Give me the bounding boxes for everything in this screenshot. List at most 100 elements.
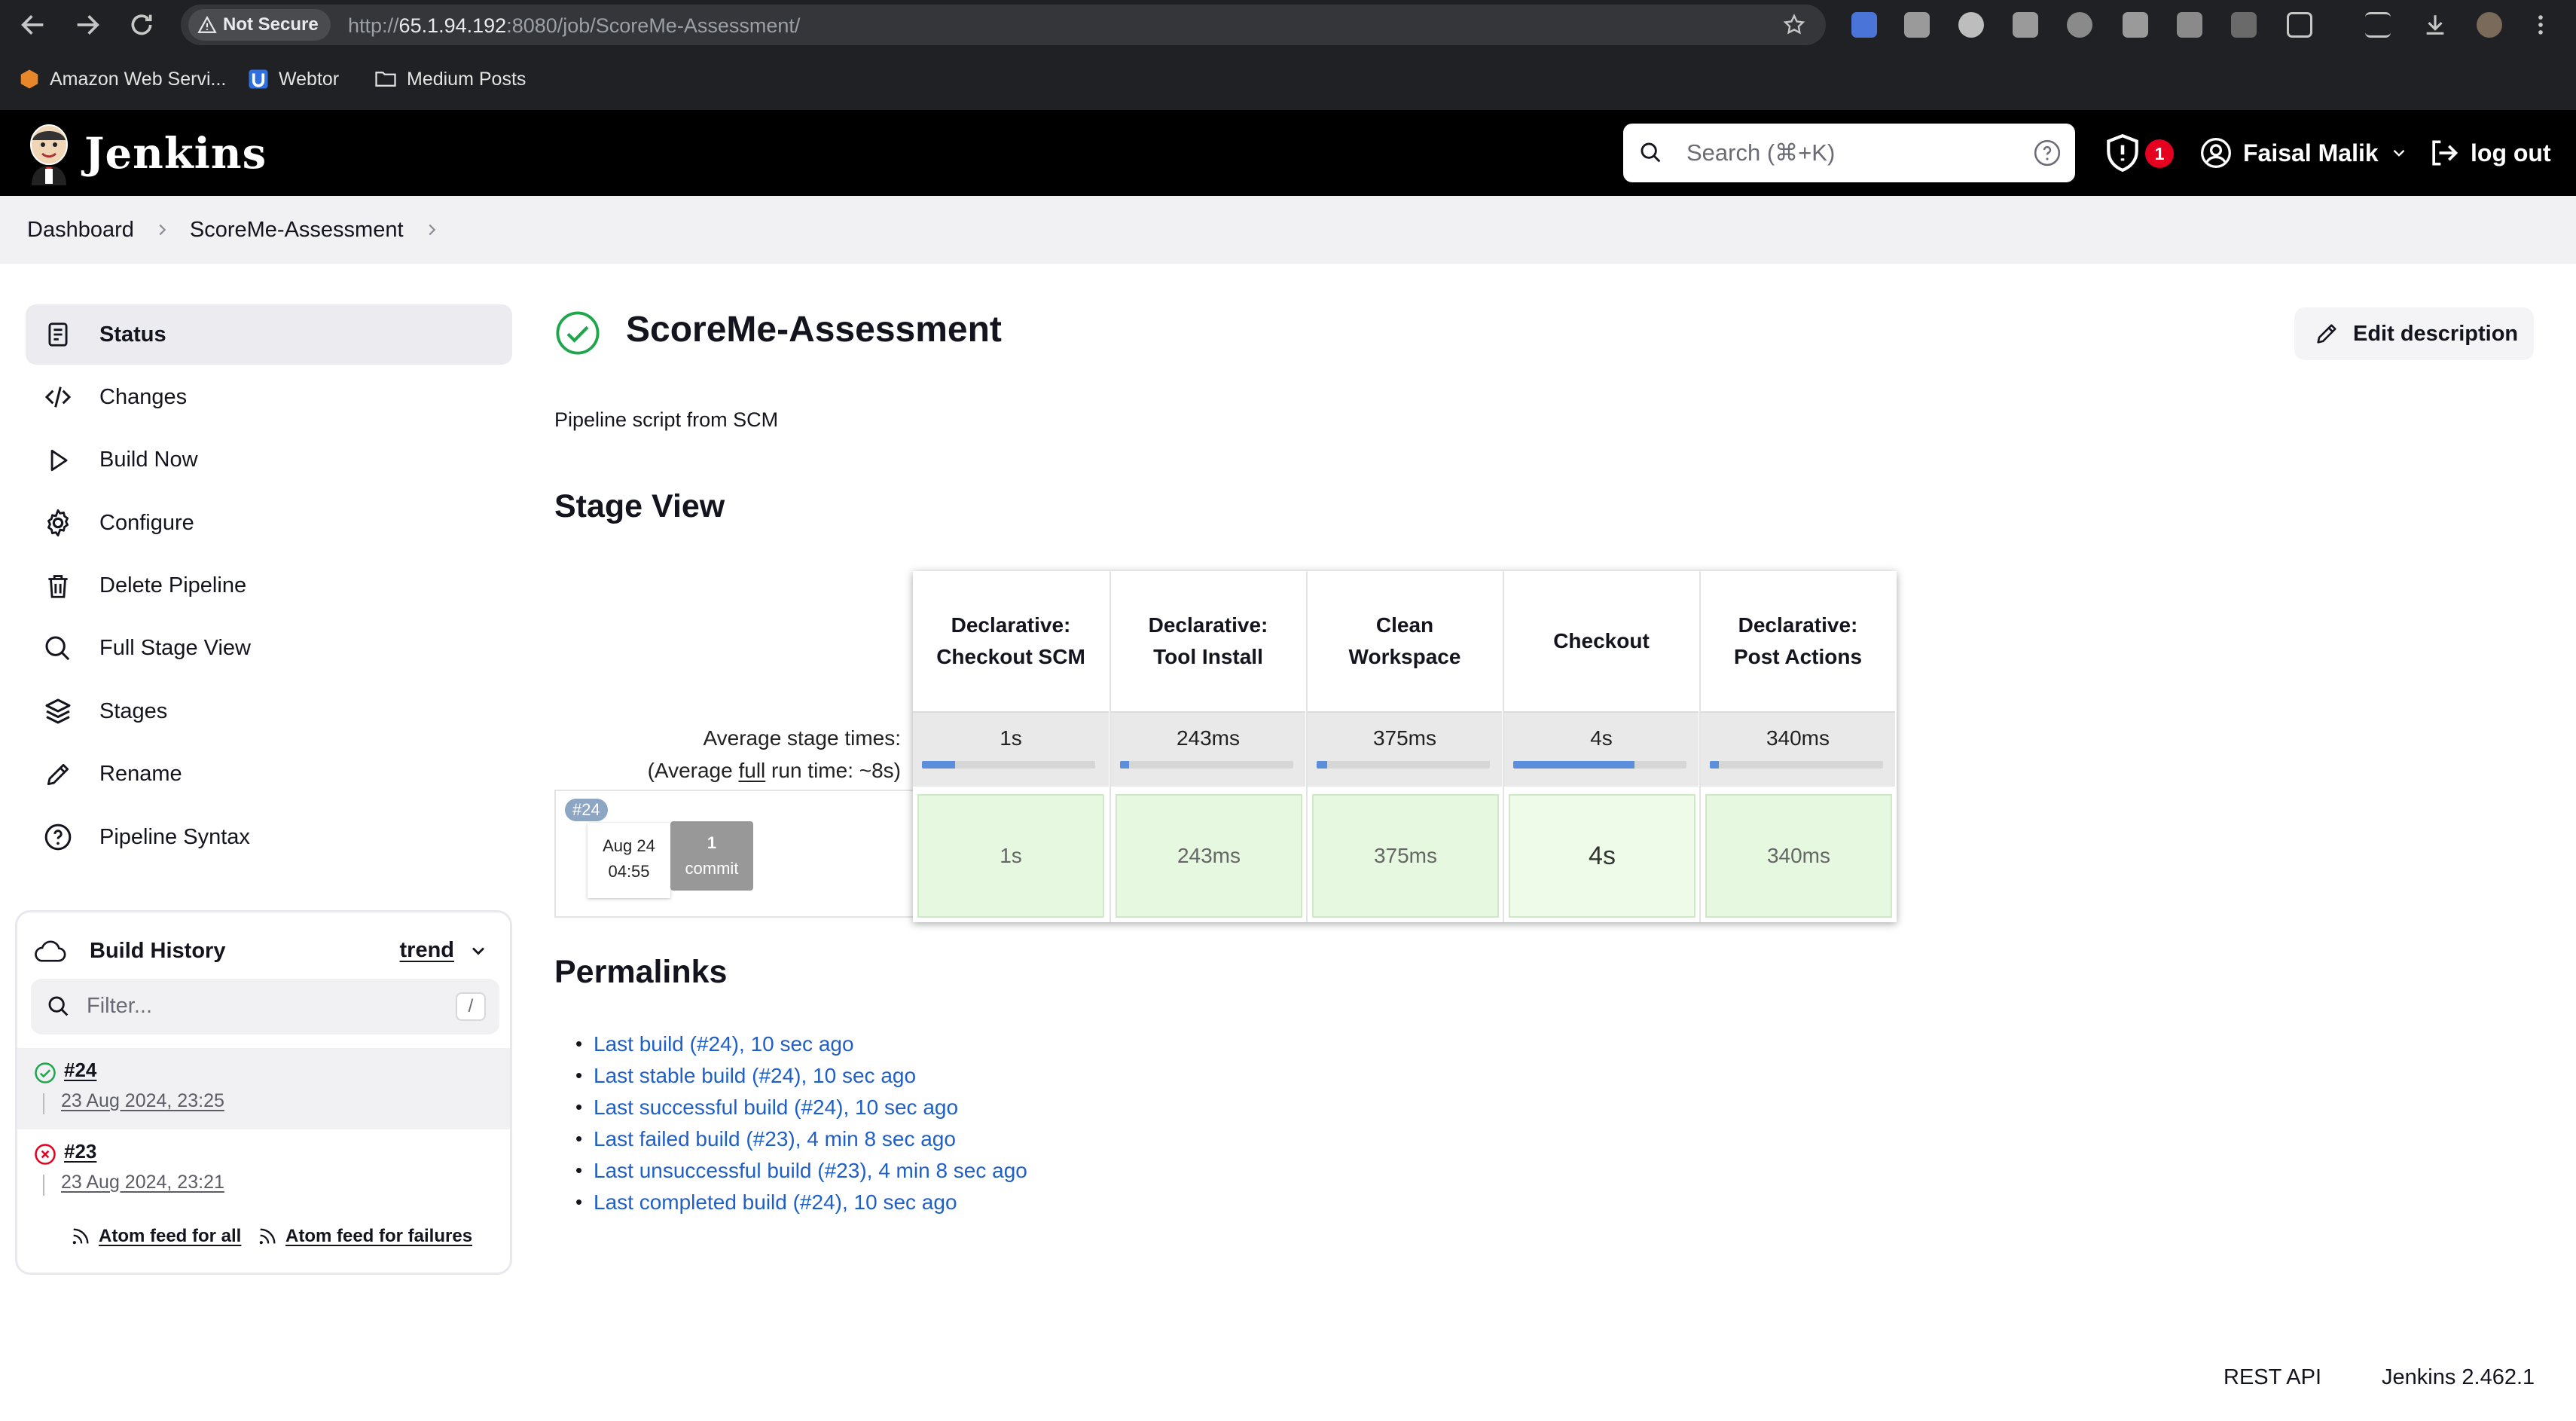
bookmark-webtor[interactable]: Webtor — [247, 62, 339, 96]
run-commits-button[interactable]: 1 commit — [670, 821, 753, 891]
stage-cell[interactable]: 1s — [917, 794, 1104, 918]
bookmark-aws[interactable]: Amazon Web Servi... — [18, 62, 226, 96]
breadcrumb: Dashboard ScoreMe-Assessment — [27, 196, 440, 264]
sidebar-item-configure[interactable]: Configure — [26, 493, 512, 553]
help-icon[interactable] — [2033, 139, 2062, 167]
bookmark-medium-posts[interactable]: Medium Posts — [374, 62, 526, 96]
trend-link[interactable]: trend — [400, 938, 455, 963]
extension-icon[interactable] — [2067, 12, 2092, 38]
browser-menu-icon[interactable] — [2528, 12, 2553, 38]
sidebar-item-stages[interactable]: Stages — [26, 681, 512, 741]
stage-progress-fill — [1710, 761, 1719, 769]
permalink-last-completed-build[interactable]: Last completed build (#24), 10 sec ago — [575, 1190, 1027, 1222]
extension-icon[interactable] — [2123, 12, 2148, 38]
atom-feed-all-link[interactable]: Atom feed for all — [70, 1226, 241, 1247]
extension-icon[interactable] — [2231, 12, 2257, 38]
sidebar-item-label: Build Now — [99, 448, 198, 472]
stage-cell[interactable]: 4s — [1509, 794, 1695, 918]
avg-label-post: run time: ~8s) — [765, 759, 901, 782]
security-shield-icon[interactable] — [2104, 133, 2147, 173]
run-number-badge[interactable]: #24 — [565, 799, 608, 821]
sidebar-item-full-stage-view[interactable]: Full Stage View — [26, 619, 512, 679]
rest-api-link[interactable]: REST API — [2223, 1365, 2321, 1390]
jenkins-logo[interactable]: Jenkins — [26, 122, 267, 185]
stage-cell[interactable]: 340ms — [1705, 794, 1892, 918]
filter-placeholder: Filter... — [87, 994, 153, 1018]
page-title: ScoreMe-Assessment — [626, 310, 1002, 350]
permalink-last-unsuccessful-build[interactable]: Last unsuccessful build (#23), 4 min 8 s… — [575, 1159, 1027, 1190]
page-footer: REST API Jenkins 2.462.1 — [0, 1350, 2576, 1421]
sidebar-item-pipeline-syntax[interactable]: Pipeline Syntax — [26, 807, 512, 867]
rss-icon — [259, 1228, 276, 1245]
atom-feed-failures-link[interactable]: Atom feed for failures — [257, 1226, 472, 1247]
stage-cell[interactable]: 243ms — [1116, 794, 1302, 918]
commit-label: commit — [685, 859, 739, 878]
chevron-down-icon[interactable] — [468, 940, 489, 961]
stage-average-time: 375ms — [1372, 726, 1437, 750]
build-number-link[interactable]: #23 — [64, 1140, 96, 1163]
stage-progress-track — [1120, 761, 1293, 769]
download-icon[interactable] — [2422, 12, 2448, 38]
avg-label-pre: (Average — [647, 759, 739, 782]
permalink-last-build[interactable]: Last build (#24), 10 sec ago — [575, 1032, 1027, 1064]
forward-icon[interactable] — [72, 10, 102, 40]
full-run-time-link[interactable]: full — [738, 759, 765, 782]
security-count-badge[interactable]: 1 — [2145, 139, 2174, 168]
stage-progress-fill — [1513, 761, 1634, 769]
run-date: Aug 24 04:55 — [588, 823, 670, 898]
stage-column: Checkout 4s 4s — [1503, 571, 1699, 922]
jenkins-version-link[interactable]: Jenkins 2.462.1 — [2382, 1365, 2535, 1390]
address-bar[interactable]: Not Secure http://65.1.94.192:8080/job/S… — [181, 5, 1826, 45]
permalinks-list: Last build (#24), 10 sec ago Last stable… — [575, 1032, 1027, 1222]
bookmark-star-icon[interactable] — [1782, 13, 1806, 37]
sidebar-item-rename[interactable]: Rename — [26, 744, 512, 805]
stage-header: Clean Workspace — [1348, 613, 1461, 668]
sidebar-item-label: Stages — [99, 698, 168, 723]
chevron-right-icon[interactable] — [423, 222, 440, 238]
back-icon[interactable] — [18, 10, 48, 40]
build-row[interactable]: #23 23 Aug 2024, 23:21 — [17, 1129, 510, 1211]
reading-list-icon[interactable] — [2365, 12, 2391, 38]
translate-extension-icon[interactable] — [1851, 12, 1877, 38]
url-text: http://65.1.94.192:8080/job/ScoreMe-Asse… — [348, 14, 800, 38]
puzzle-extensions-icon[interactable] — [2287, 12, 2312, 38]
reload-icon[interactable] — [127, 10, 157, 40]
extension-icon[interactable] — [1904, 12, 1930, 38]
permalink-last-failed-build[interactable]: Last failed build (#23), 4 min 8 sec ago — [575, 1127, 1027, 1159]
profile-avatar-icon[interactable] — [2477, 12, 2502, 38]
stage-cell[interactable]: 375ms — [1312, 794, 1499, 918]
breadcrumb-dashboard[interactable]: Dashboard — [27, 218, 134, 243]
permalink-last-successful-build[interactable]: Last successful build (#24), 10 sec ago — [575, 1096, 1027, 1127]
build-date-link[interactable]: 23 Aug 2024, 23:25 — [61, 1090, 224, 1112]
breadcrumb-job[interactable]: ScoreMe-Assessment — [190, 218, 404, 243]
edit-description-button[interactable]: Edit description — [2294, 307, 2534, 360]
build-divider — [43, 1175, 44, 1196]
code-icon — [42, 381, 74, 413]
extension-icon[interactable] — [1958, 12, 1984, 38]
stage-average-time: 243ms — [1176, 726, 1241, 750]
extension-icon[interactable] — [2177, 12, 2202, 38]
sidebar-item-build-now[interactable]: Build Now — [26, 430, 512, 490]
build-row[interactable]: #24 23 Aug 2024, 23:25 — [17, 1048, 510, 1129]
build-number-link[interactable]: #24 — [64, 1059, 96, 1082]
build-filter-input[interactable]: Filter... / — [31, 979, 499, 1034]
help-icon — [42, 821, 74, 853]
search-icon — [48, 996, 69, 1016]
sidebar-item-changes[interactable]: Changes — [26, 367, 512, 427]
permalink-last-stable-build[interactable]: Last stable build (#24), 10 sec ago — [575, 1064, 1027, 1096]
extension-icon[interactable] — [2013, 12, 2038, 38]
sidebar-item-status[interactable]: Status — [26, 304, 512, 365]
trend-dropdown[interactable]: trend — [400, 938, 490, 963]
logout-button[interactable]: log out — [2427, 133, 2551, 173]
build-date-link[interactable]: 23 Aug 2024, 23:21 — [61, 1172, 224, 1193]
run-row[interactable]: #24 Aug 24 04:55 1 commit — [554, 790, 913, 918]
sidebar-item-delete-pipeline[interactable]: Delete Pipeline — [26, 556, 512, 616]
bookmark-label: Medium Posts — [407, 68, 526, 90]
not-secure-chip[interactable]: Not Secure — [188, 9, 331, 41]
job-description: Pipeline script from SCM — [554, 408, 779, 431]
search-icon — [42, 633, 74, 665]
logout-icon — [2432, 140, 2458, 166]
search-box[interactable]: Search (⌘+K) — [1623, 124, 2075, 182]
build-divider — [43, 1093, 44, 1114]
user-menu[interactable]: Faisal Malik — [2199, 133, 2409, 173]
